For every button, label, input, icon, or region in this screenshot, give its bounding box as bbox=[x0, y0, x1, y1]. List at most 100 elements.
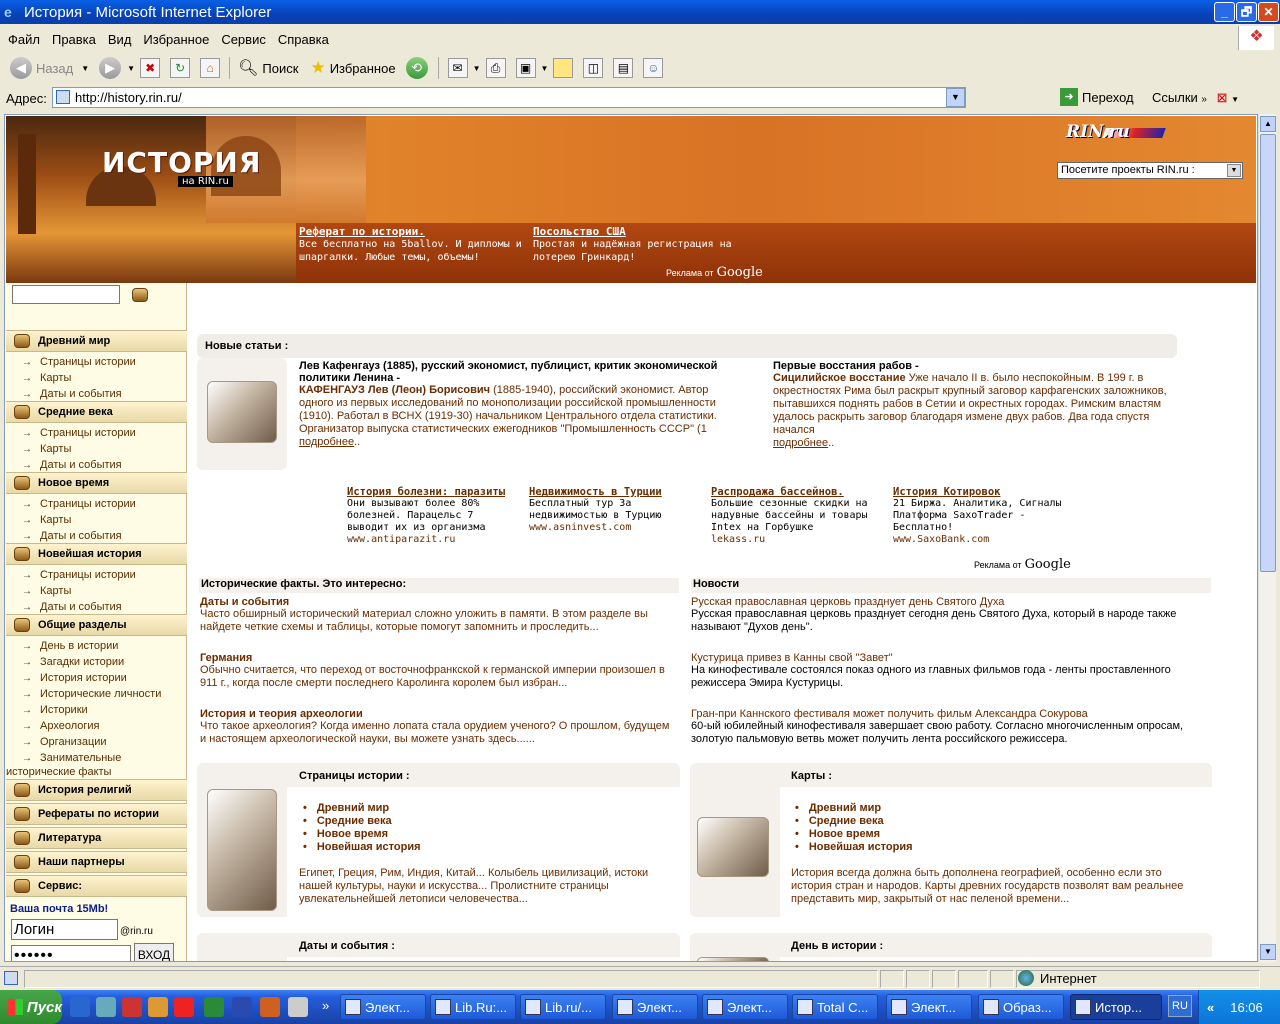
task-button-active[interactable]: Истор... bbox=[1070, 994, 1162, 1020]
password-input[interactable]: •••••• bbox=[11, 945, 131, 961]
news-title[interactable]: Русская православная церковь празднует д… bbox=[691, 596, 1211, 608]
login-button[interactable]: ВХОД bbox=[134, 943, 174, 961]
menu-tools[interactable]: Сервис bbox=[215, 32, 272, 47]
sidebar-link[interactable]: Загадки истории bbox=[22, 656, 124, 668]
fact-title[interactable]: История и теория археологии bbox=[200, 708, 676, 720]
sidebar-section-essays[interactable]: Рефераты по истории bbox=[6, 803, 187, 825]
quicklaunch-icon[interactable] bbox=[96, 997, 116, 1017]
ad-title[interactable]: История Котировок bbox=[893, 486, 1079, 498]
task-button[interactable]: Lib.ru/... bbox=[520, 994, 606, 1020]
sidebar-link[interactable]: Историки bbox=[22, 704, 88, 716]
close-button[interactable]: ✕ bbox=[1258, 2, 1279, 22]
maps-link[interactable]: Средние века bbox=[795, 815, 913, 828]
pages-link[interactable]: Древний мир bbox=[303, 802, 421, 815]
quicklaunch-icon[interactable] bbox=[288, 997, 308, 1017]
history-icon[interactable]: ⟲ bbox=[405, 57, 428, 79]
clock[interactable]: 16:06 bbox=[1230, 1000, 1263, 1015]
sidebar-link[interactable]: Даты и события bbox=[22, 459, 122, 471]
sidebar-section-religion[interactable]: История религий bbox=[6, 779, 187, 801]
sidebar-link[interactable]: Страницы истории bbox=[22, 569, 136, 581]
ad-url[interactable]: lekass.ru bbox=[711, 534, 883, 545]
task-button[interactable]: Элект... bbox=[702, 994, 788, 1020]
sidebar-link[interactable]: Карты bbox=[22, 372, 71, 384]
fact-title[interactable]: Даты и события bbox=[200, 596, 676, 608]
home-icon[interactable]: ⌂ bbox=[200, 58, 221, 78]
google-ads-label[interactable]: Реклама от Google bbox=[974, 557, 1071, 572]
google-ad[interactable]: Распродажа бассейнов. Большие сезонные с… bbox=[711, 486, 883, 545]
menu-file[interactable]: Файл bbox=[0, 32, 46, 47]
go-button[interactable]: ➜ Переход bbox=[1060, 88, 1134, 106]
menu-help[interactable]: Справка bbox=[272, 32, 335, 47]
pages-link[interactable]: Новейшая история bbox=[303, 841, 421, 854]
sidebar-link[interactable]: Организации bbox=[22, 736, 107, 748]
sidebar-link[interactable]: Даты и события bbox=[22, 601, 122, 613]
minimize-button[interactable]: _ bbox=[1214, 2, 1235, 22]
article-title[interactable]: Первые восстания рабов - bbox=[773, 360, 1173, 372]
google-ads-label[interactable]: Реклама от Google bbox=[666, 265, 763, 280]
maps-link[interactable]: Древний мир bbox=[795, 802, 913, 815]
scroll-up-icon[interactable]: ▲ bbox=[1260, 116, 1276, 132]
sidebar-link[interactable]: Археология bbox=[22, 720, 99, 732]
outlook-icon[interactable] bbox=[260, 997, 280, 1017]
excel-icon[interactable] bbox=[204, 997, 224, 1017]
rin-logo[interactable]: RIN.ru bbox=[1066, 122, 1130, 142]
tray-expand-icon[interactable]: « bbox=[1207, 1000, 1214, 1015]
maximize-button[interactable]: 🗗 bbox=[1236, 2, 1257, 22]
edit-icon[interactable]: ▣ bbox=[515, 58, 536, 78]
links-button[interactable]: Ссылки » ⊠ ▼ bbox=[1152, 90, 1239, 106]
menu-view[interactable]: Вид bbox=[102, 32, 138, 47]
maps-link[interactable]: Новое время bbox=[795, 828, 913, 841]
sidebar-link[interactable]: История истории bbox=[22, 672, 127, 684]
ad-title[interactable]: Недвижимость в Турции bbox=[529, 486, 701, 498]
sidebar-section-middle-ages[interactable]: Средние века bbox=[6, 401, 187, 423]
start-button[interactable]: Пуск bbox=[0, 990, 62, 1024]
article-title[interactable]: Лев Кафенгауз (1885), русский экономист,… bbox=[299, 360, 729, 384]
pdf-icon[interactable]: ⊠ bbox=[1217, 90, 1228, 105]
ad-url[interactable]: www.asninvest.com bbox=[529, 522, 701, 533]
task-button[interactable]: Элект... bbox=[886, 994, 972, 1020]
quicklaunch-more-icon[interactable]: » bbox=[322, 998, 329, 1013]
header-ad-title[interactable]: Посольство США bbox=[533, 225, 749, 238]
ad-url[interactable]: www.antiparazit.ru bbox=[347, 534, 519, 545]
sidebar-section-ancient[interactable]: Древний мир bbox=[6, 330, 187, 352]
task-button[interactable]: Элект... bbox=[612, 994, 698, 1020]
sidebar-link[interactable]: Карты bbox=[22, 443, 71, 455]
header-ad-title[interactable]: Реферат по истории. bbox=[299, 225, 525, 238]
sidebar-link[interactable]: Страницы истории bbox=[22, 427, 136, 439]
sidebar-link[interactable]: Исторические личности bbox=[22, 688, 161, 700]
header-ad[interactable]: Посольство США Простая и надёжная регист… bbox=[533, 225, 749, 264]
fact-title[interactable]: Германия bbox=[200, 652, 676, 664]
sidebar-section-general[interactable]: Общие разделы bbox=[6, 614, 187, 636]
ad-title[interactable]: История болезни: паразиты bbox=[347, 486, 519, 498]
vertical-scrollbar[interactable]: ▲ ▼ bbox=[1258, 114, 1276, 962]
news-title[interactable]: Гран-при Каннского фестиваля может получ… bbox=[691, 708, 1211, 720]
pages-link[interactable]: Новое время bbox=[303, 828, 421, 841]
sidebar-link[interactable]: Даты и события bbox=[22, 388, 122, 400]
sidebar-section-modern[interactable]: Новое время bbox=[6, 472, 187, 494]
rin-projects-select[interactable]: Посетите проекты RIN.ru : ▼ bbox=[1057, 162, 1243, 179]
scroll-down-icon[interactable]: ▼ bbox=[1260, 944, 1276, 960]
site-logo[interactable]: ИСТОРИЯ bbox=[102, 146, 261, 179]
refresh-icon[interactable]: ↻ bbox=[170, 58, 191, 78]
quicklaunch-icon[interactable] bbox=[148, 997, 168, 1017]
google-ad[interactable]: Недвижимость в Турции Бесплатный тур За … bbox=[529, 486, 701, 533]
google-ad[interactable]: История болезни: паразиты Они вызывают б… bbox=[347, 486, 519, 545]
task-button[interactable]: Total C... bbox=[792, 994, 878, 1020]
sidebar-section-literature[interactable]: Литература bbox=[6, 827, 187, 849]
sidebar-link[interactable]: Занимательные bbox=[22, 752, 121, 764]
sidebar-link[interactable]: Карты bbox=[22, 585, 71, 597]
sidebar-link[interactable]: Даты и события bbox=[22, 530, 122, 542]
address-dropdown-icon[interactable]: ▼ bbox=[946, 88, 965, 107]
language-indicator[interactable]: RU bbox=[1168, 995, 1192, 1017]
task-button[interactable]: Элект... bbox=[340, 994, 426, 1020]
menu-favorites[interactable]: Избранное bbox=[137, 32, 215, 47]
sidebar-link[interactable]: Карты bbox=[22, 514, 71, 526]
task-button[interactable]: Образ... bbox=[978, 994, 1064, 1020]
header-ad[interactable]: Реферат по истории. Все бесплатно на 5ba… bbox=[299, 225, 525, 264]
search-go-button[interactable] bbox=[132, 288, 148, 302]
site-search-input[interactable] bbox=[12, 285, 120, 304]
scroll-thumb[interactable] bbox=[1260, 134, 1276, 572]
discuss-icon[interactable] bbox=[553, 58, 574, 78]
favorites-button[interactable]: ★ Избранное bbox=[310, 58, 395, 78]
news-title[interactable]: Кустурица привез в Канны свой "Завет" bbox=[691, 652, 1211, 664]
